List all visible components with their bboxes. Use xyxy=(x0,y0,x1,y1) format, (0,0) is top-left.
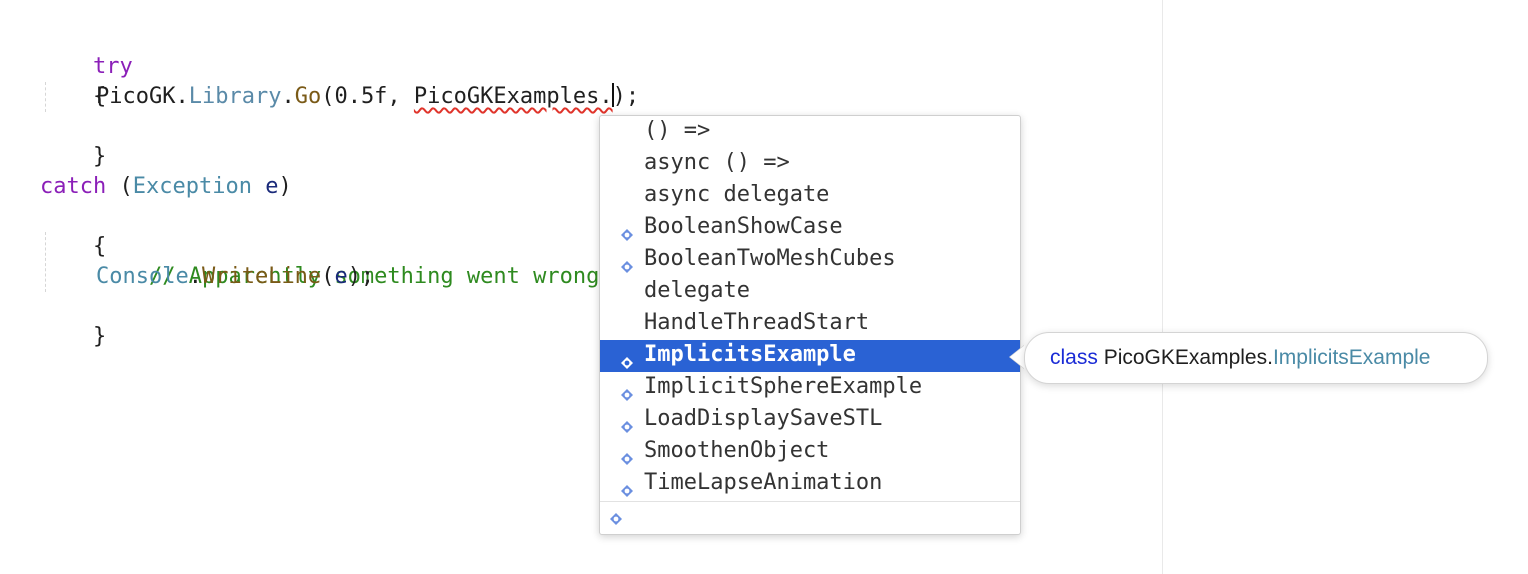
class-icon xyxy=(620,253,634,273)
code-line[interactable]: try xyxy=(40,22,133,79)
paren-close: ); xyxy=(347,264,375,289)
completion-item[interactable]: SmoothenObject xyxy=(600,436,1020,468)
completion-item-label: async delegate xyxy=(644,182,830,207)
completion-item-label: () => xyxy=(644,118,711,143)
completion-item-label: ImplicitSphereExample xyxy=(644,374,923,399)
completion-item[interactable]: BooleanTwoMeshCubes xyxy=(600,244,1020,276)
completion-item[interactable]: ImplicitSphereExample xyxy=(600,372,1020,404)
completion-item-label: async () => xyxy=(644,150,790,175)
code-line[interactable]: { xyxy=(40,202,106,259)
completion-item-label: BooleanTwoMeshCubes xyxy=(644,246,896,271)
completion-item-label: SmoothenObject xyxy=(644,438,830,463)
type-exception: Exception xyxy=(132,174,252,199)
completion-item[interactable]: ImplicitsExample xyxy=(600,340,1020,372)
identifier-console: Console xyxy=(96,264,189,289)
completion-item[interactable]: async delegate xyxy=(600,180,1020,212)
right-margin-guide xyxy=(1162,0,1163,574)
completion-popup[interactable]: () => async () => async delegate BooleanSho… xyxy=(599,115,1021,535)
arguments-start: (0.5f, xyxy=(321,84,414,109)
dot: . xyxy=(281,84,295,109)
class-icon xyxy=(620,221,634,241)
class-icon xyxy=(620,445,634,465)
code-line[interactable]: { xyxy=(40,52,106,109)
completion-item[interactable]: delegate xyxy=(600,276,1020,308)
code-line[interactable]: PicoGK.Library.Go(0.5f, PicoGKExamples.)… xyxy=(96,82,639,112)
class-icon xyxy=(620,381,634,401)
completion-item-label: TimeLapseAnimation xyxy=(644,470,883,495)
identifier-library: Library xyxy=(188,84,282,109)
class-icon xyxy=(620,477,634,497)
paren-open: ( xyxy=(106,174,133,199)
class-icon xyxy=(620,349,634,369)
class-icon xyxy=(620,413,634,433)
param-e: e xyxy=(334,264,348,289)
code-line[interactable]: } xyxy=(40,112,106,169)
code-line[interactable]: catch (Exception e) xyxy=(40,172,292,202)
completion-item-label: BooleanShowCase xyxy=(644,214,843,239)
keyword-catch: catch xyxy=(40,174,107,199)
completion-item-label: ImplicitsExample xyxy=(644,342,856,367)
identifier-picogk: PicoGK xyxy=(96,84,176,109)
method-go: Go xyxy=(294,84,322,109)
brace-close: } xyxy=(92,324,107,349)
code-line[interactable]: } xyxy=(40,292,106,349)
tooltip-keyword: class xyxy=(1050,346,1098,369)
completion-item-label: LoadDisplaySaveSTL xyxy=(644,406,883,431)
param-e: e xyxy=(265,174,279,199)
completion-item-label: delegate xyxy=(644,278,750,303)
tooltip-text: class PicoGKExamples.ImplicitsExample xyxy=(1050,333,1430,383)
code-line[interactable]: Console.WriteLine(e); xyxy=(96,262,374,292)
brace-close: } xyxy=(92,144,107,169)
dot: . xyxy=(175,84,189,109)
completion-item[interactable]: BooleanShowCase xyxy=(600,212,1020,244)
completion-item[interactable]: async () => xyxy=(600,148,1020,180)
method-writeline: WriteLine xyxy=(201,264,322,289)
tooltip-namespace: PicoGKExamples. xyxy=(1097,346,1273,369)
paren-open: ( xyxy=(321,264,335,289)
dot: . xyxy=(188,264,202,289)
signature-tooltip: class PicoGKExamples.ImplicitsExample xyxy=(1024,332,1488,384)
completion-list[interactable]: () => async () => async delegate BooleanSho… xyxy=(600,116,1020,500)
paren-close: ) xyxy=(278,174,292,199)
completion-item-label: HandleThreadStart xyxy=(644,310,870,335)
completion-item[interactable]: LoadDisplaySaveSTL xyxy=(600,404,1020,436)
completion-item[interactable]: () => xyxy=(600,116,1020,148)
completion-item[interactable]: HandleThreadStart xyxy=(600,308,1020,340)
tooltip-type: ImplicitsExample xyxy=(1272,346,1431,369)
error-argument: PicoGKExamples. xyxy=(413,84,613,109)
tooltip-arrow xyxy=(1010,345,1025,369)
class-filter-icon[interactable] xyxy=(609,511,623,525)
completion-footer[interactable] xyxy=(600,501,1020,534)
arguments-end: ); xyxy=(612,84,640,109)
completion-item[interactable]: TimeLapseAnimation xyxy=(600,468,1020,500)
